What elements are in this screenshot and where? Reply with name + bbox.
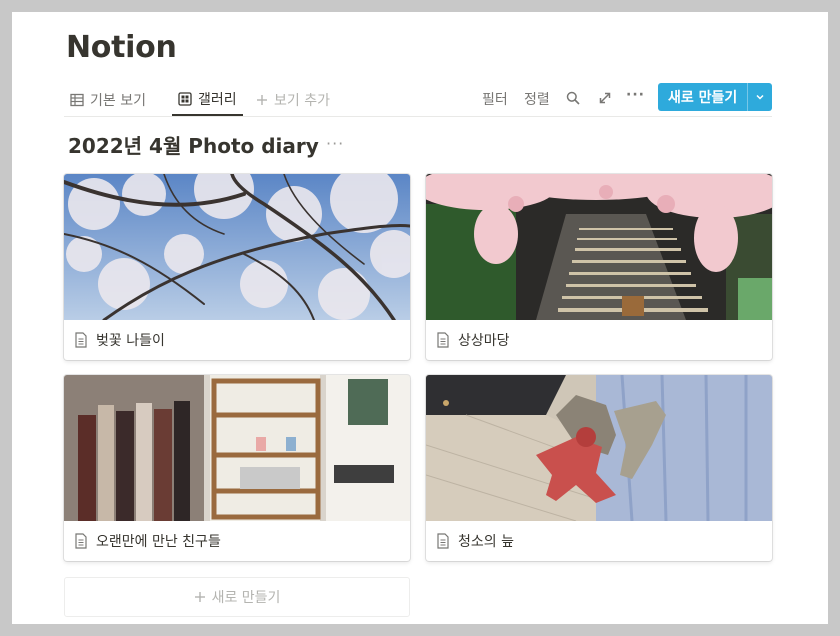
page-icon bbox=[436, 332, 450, 348]
card-title: 오랜만에 만난 친구들 bbox=[96, 534, 221, 550]
new-page-label: 새로 만들기 bbox=[668, 90, 738, 106]
new-card-label: 새로 만들기 bbox=[211, 590, 281, 606]
add-new-card-button[interactable]: 새로 만들기 bbox=[64, 577, 410, 617]
card-cover-image bbox=[426, 375, 772, 521]
expand-button[interactable] bbox=[598, 91, 612, 109]
card-caption: 청소의 늪 bbox=[426, 521, 772, 561]
view-toolbar: 기본 보기 갤러리 보기 추가 필터 정렬 ··· 새로 만들기 bbox=[64, 83, 772, 117]
search-button[interactable] bbox=[566, 91, 580, 109]
card-caption: 벚꽃 나들이 bbox=[64, 320, 410, 360]
gallery-card[interactable]: 오랜만에 만난 친구들 bbox=[64, 375, 410, 561]
add-view-label: 보기 추가 bbox=[274, 92, 330, 109]
database-title: 2022년 4월 Photo diary bbox=[68, 134, 319, 158]
tab-gallery-label: 갤러리 bbox=[198, 92, 237, 108]
tab-gallery-view[interactable]: 갤러리 bbox=[172, 84, 243, 116]
filter-button[interactable]: 필터 bbox=[482, 89, 508, 109]
database-more-button[interactable]: ··· bbox=[326, 134, 344, 153]
card-cover-image bbox=[64, 174, 410, 320]
gallery-card[interactable]: 상상마당 bbox=[426, 174, 772, 360]
card-title: 벚꽃 나들이 bbox=[96, 333, 165, 349]
plus-icon bbox=[194, 591, 206, 603]
card-cover-image bbox=[426, 174, 772, 320]
add-view-button[interactable]: 보기 추가 bbox=[256, 84, 330, 115]
card-title: 청소의 늪 bbox=[458, 534, 514, 550]
page-icon bbox=[74, 533, 88, 549]
card-caption: 상상마당 bbox=[426, 320, 772, 360]
gallery-card[interactable]: 벚꽃 나들이 bbox=[64, 174, 410, 360]
card-cover-image bbox=[64, 375, 410, 521]
table-icon bbox=[70, 93, 84, 107]
page-icon bbox=[74, 332, 88, 348]
page-icon bbox=[436, 533, 450, 549]
search-icon bbox=[566, 91, 580, 109]
new-page-button[interactable]: 새로 만들기 bbox=[658, 83, 772, 111]
page-title: Notion bbox=[66, 30, 177, 65]
card-title: 상상마당 bbox=[458, 333, 510, 349]
notion-page: Notion 기본 보기 갤러리 보기 추가 필터 정렬 ··· 새로 만들기 … bbox=[12, 12, 828, 624]
tab-table-view[interactable]: 기본 보기 bbox=[70, 84, 146, 115]
gallery-icon bbox=[178, 92, 192, 106]
more-options-button[interactable]: ··· bbox=[626, 87, 645, 103]
card-caption: 오랜만에 만난 친구들 bbox=[64, 521, 410, 561]
chevron-down-icon[interactable] bbox=[748, 92, 772, 102]
tab-table-label: 기본 보기 bbox=[90, 92, 146, 109]
sort-button[interactable]: 정렬 bbox=[524, 89, 550, 109]
gallery-card[interactable]: 청소의 늪 bbox=[426, 375, 772, 561]
expand-icon bbox=[598, 92, 612, 109]
plus-icon bbox=[256, 94, 268, 106]
